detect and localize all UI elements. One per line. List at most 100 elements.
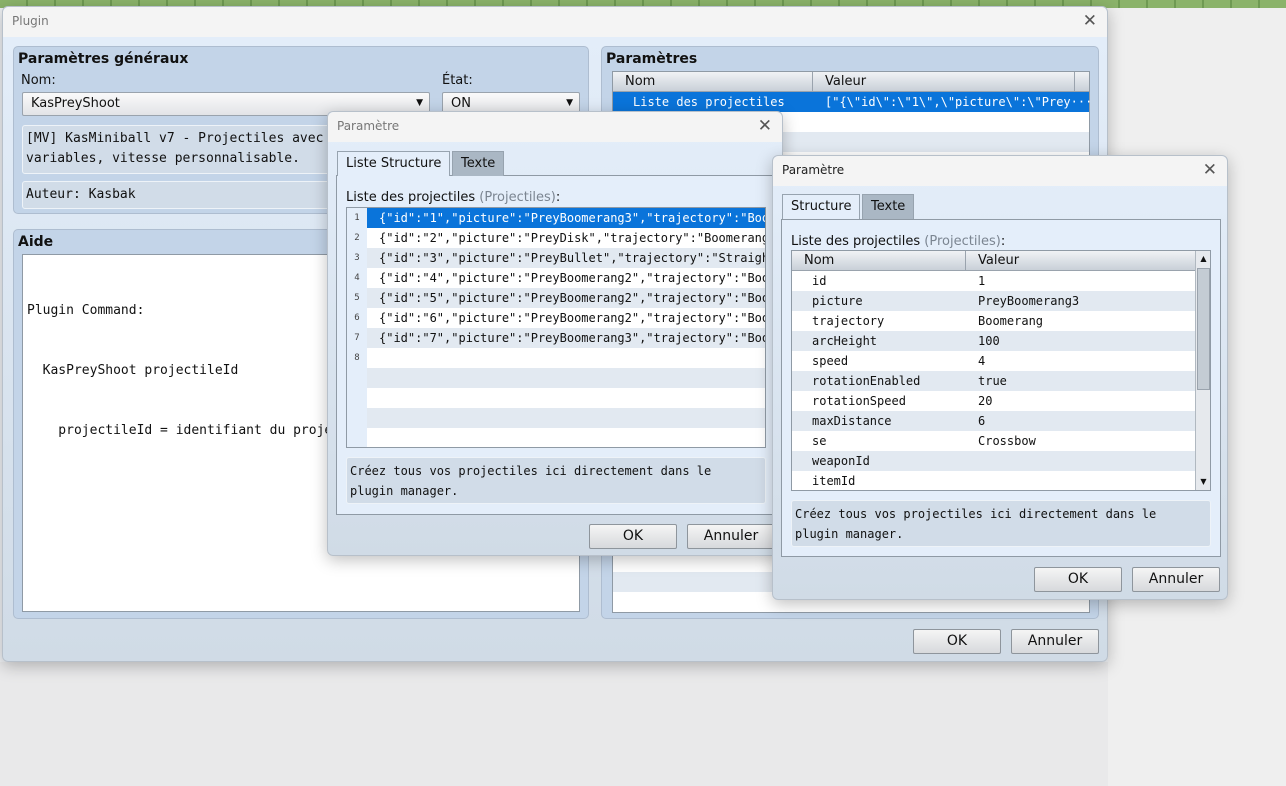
col-value[interactable]: Valeur <box>813 72 1075 92</box>
field-value: Boomerang <box>978 314 1044 328</box>
name-label: Nom: <box>21 73 56 88</box>
field-name: itemId <box>812 474 856 488</box>
table-row[interactable]: Liste des projectiles ["{\"id\":\"1\",\"… <box>613 92 1092 112</box>
item-text: {"id":"7","picture":"PreyBoomerang3","tr… <box>379 331 765 345</box>
table-row[interactable]: weaponId <box>792 451 1195 471</box>
chevron-down-icon: ▼ <box>566 98 573 108</box>
struct-param-dialog: Paramètre ✕ Structure Texte Liste des pr… <box>772 155 1228 600</box>
table-row[interactable]: picture PreyBoomerang3 <box>792 291 1195 311</box>
struct-label: Liste des projectiles (Projectiles): <box>791 234 1006 249</box>
line-number: 8 <box>354 353 360 363</box>
col-name[interactable]: Nom <box>792 251 966 271</box>
list-item[interactable]: 4 {"id":"4","picture":"PreyBoomerang2","t… <box>347 268 765 288</box>
param-description: Créez tous vos projectiles ici directeme… <box>791 500 1211 547</box>
list-item[interactable]: 7 {"id":"7","picture":"PreyBoomerang3","t… <box>347 328 765 348</box>
list-item[interactable]: 5 {"id":"5","picture":"PreyBoomerang2","t… <box>347 288 765 308</box>
group-title: Paramètres <box>606 51 698 67</box>
ok-button[interactable]: OK <box>1034 567 1122 592</box>
scrollbar[interactable]: ▲ ▼ <box>1195 251 1210 490</box>
field-name: speed <box>812 354 849 368</box>
table-row[interactable]: se Crossbow <box>792 431 1195 451</box>
item-text: {"id":"5","picture":"PreyBoomerang2","tr… <box>379 291 765 305</box>
tab-text[interactable]: Texte <box>452 151 505 176</box>
field-value: 1 <box>978 274 986 288</box>
line-number: 1 <box>354 213 360 223</box>
table-row[interactable]: speed 4 <box>792 351 1195 371</box>
close-icon[interactable]: ✕ <box>1083 11 1097 31</box>
field-name: trajectory <box>812 314 885 328</box>
field-value: Crossbow <box>978 434 1036 448</box>
table-row[interactable]: itemId <box>792 471 1195 490</box>
param-name: Liste des projectiles <box>633 95 785 109</box>
item-text: {"id":"6","picture":"PreyBoomerang2","tr… <box>379 311 765 325</box>
field-name: rotationEnabled <box>812 374 921 388</box>
line-number: 4 <box>354 273 360 283</box>
group-title: Aide <box>18 234 54 250</box>
field-value: PreyBoomerang3 <box>978 294 1080 308</box>
field-name: arcHeight <box>812 334 878 348</box>
dialog-title: Paramètre <box>337 119 400 133</box>
cancel-button[interactable]: Annuler <box>1011 629 1099 654</box>
field-value: 4 <box>978 354 986 368</box>
line-number: 6 <box>354 313 360 323</box>
label-type: (Projectiles) <box>924 234 1001 249</box>
field-value: true <box>978 374 1007 388</box>
table-header: Nom Valeur <box>613 72 1089 92</box>
line-number: 3 <box>354 253 360 263</box>
table-row[interactable]: arcHeight 100 <box>792 331 1195 351</box>
list-item[interactable]: 3 {"id":"3","picture":"PreyBullet","traje… <box>347 248 765 268</box>
field-name: rotationSpeed <box>812 394 906 408</box>
param-description: Créez tous vos projectiles ici directeme… <box>346 457 766 504</box>
cancel-button[interactable]: Annuler <box>1132 567 1220 592</box>
field-value: 20 <box>978 394 993 408</box>
label-text: Liste des projectiles <box>791 234 921 249</box>
tab-text[interactable]: Texte <box>862 194 915 219</box>
title-bar: Paramètre ✕ <box>328 112 782 142</box>
item-text: {"id":"1","picture":"PreyBoomerang3","tr… <box>367 208 765 228</box>
table-row[interactable]: rotationSpeed 20 <box>792 391 1195 411</box>
field-value: 6 <box>978 414 986 428</box>
cancel-button[interactable]: Annuler <box>687 524 775 549</box>
field-name: picture <box>812 294 863 308</box>
group-title: Paramètres généraux <box>18 51 189 67</box>
line-number: 5 <box>354 293 360 303</box>
col-name[interactable]: Nom <box>613 72 813 92</box>
table-row[interactable]: id 1 <box>792 271 1195 291</box>
ok-button[interactable]: OK <box>913 629 1001 654</box>
list-item[interactable]: 6 {"id":"6","picture":"PreyBoomerang2","t… <box>347 308 765 328</box>
col-value[interactable]: Valeur <box>966 251 1195 271</box>
label-type: (Projectiles) <box>479 190 556 205</box>
field-name: id <box>812 274 827 288</box>
item-text: {"id":"4","picture":"PreyBoomerang2","tr… <box>379 271 765 285</box>
struct-table: Nom Valeur id 1 picture PreyBoomerang3 traje… <box>791 250 1211 491</box>
list-label: Liste des projectiles (Projectiles): <box>346 190 561 205</box>
list-param-dialog: Paramètre ✕ Liste Structure Texte Liste … <box>327 111 783 556</box>
scroll-thumb[interactable] <box>1197 268 1210 390</box>
close-icon[interactable]: ✕ <box>1203 160 1217 180</box>
line-number: 7 <box>354 333 360 343</box>
projectile-list[interactable]: 1 {"id":"1","picture":"PreyBoomerang3","t… <box>346 207 766 448</box>
item-text: {"id":"3","picture":"PreyBullet","trajec… <box>379 251 765 265</box>
close-icon[interactable]: ✕ <box>758 116 772 136</box>
plugin-name-value: KasPreyShoot <box>31 96 120 111</box>
label-text: Liste des projectiles <box>346 190 476 205</box>
ok-button[interactable]: OK <box>589 524 677 549</box>
field-name: weaponId <box>812 454 870 468</box>
tab-list-structure[interactable]: Liste Structure <box>337 151 451 176</box>
list-item[interactable]: 1 {"id":"1","picture":"PreyBoomerang3","t… <box>347 208 765 228</box>
list-item[interactable]: 8 <box>347 348 765 368</box>
tab-structure[interactable]: Structure <box>782 194 861 219</box>
line-number: 2 <box>354 233 360 243</box>
dialog-title: Paramètre <box>782 163 845 177</box>
field-value: 100 <box>978 334 1000 348</box>
scroll-down-icon[interactable]: ▼ <box>1196 474 1210 490</box>
table-row[interactable]: maxDistance 6 <box>792 411 1195 431</box>
scroll-up-icon[interactable]: ▲ <box>1196 251 1210 267</box>
title-bar: Plugin ✕ <box>3 7 1107 37</box>
item-text: {"id":"2","picture":"PreyDisk","trajecto… <box>379 231 765 245</box>
table-row[interactable]: rotationEnabled true <box>792 371 1195 391</box>
field-name: se <box>812 434 827 448</box>
list-item[interactable]: 2 {"id":"2","picture":"PreyDisk","traject… <box>347 228 765 248</box>
table-header: Nom Valeur <box>792 251 1195 271</box>
table-row[interactable]: trajectory Boomerang <box>792 311 1195 331</box>
